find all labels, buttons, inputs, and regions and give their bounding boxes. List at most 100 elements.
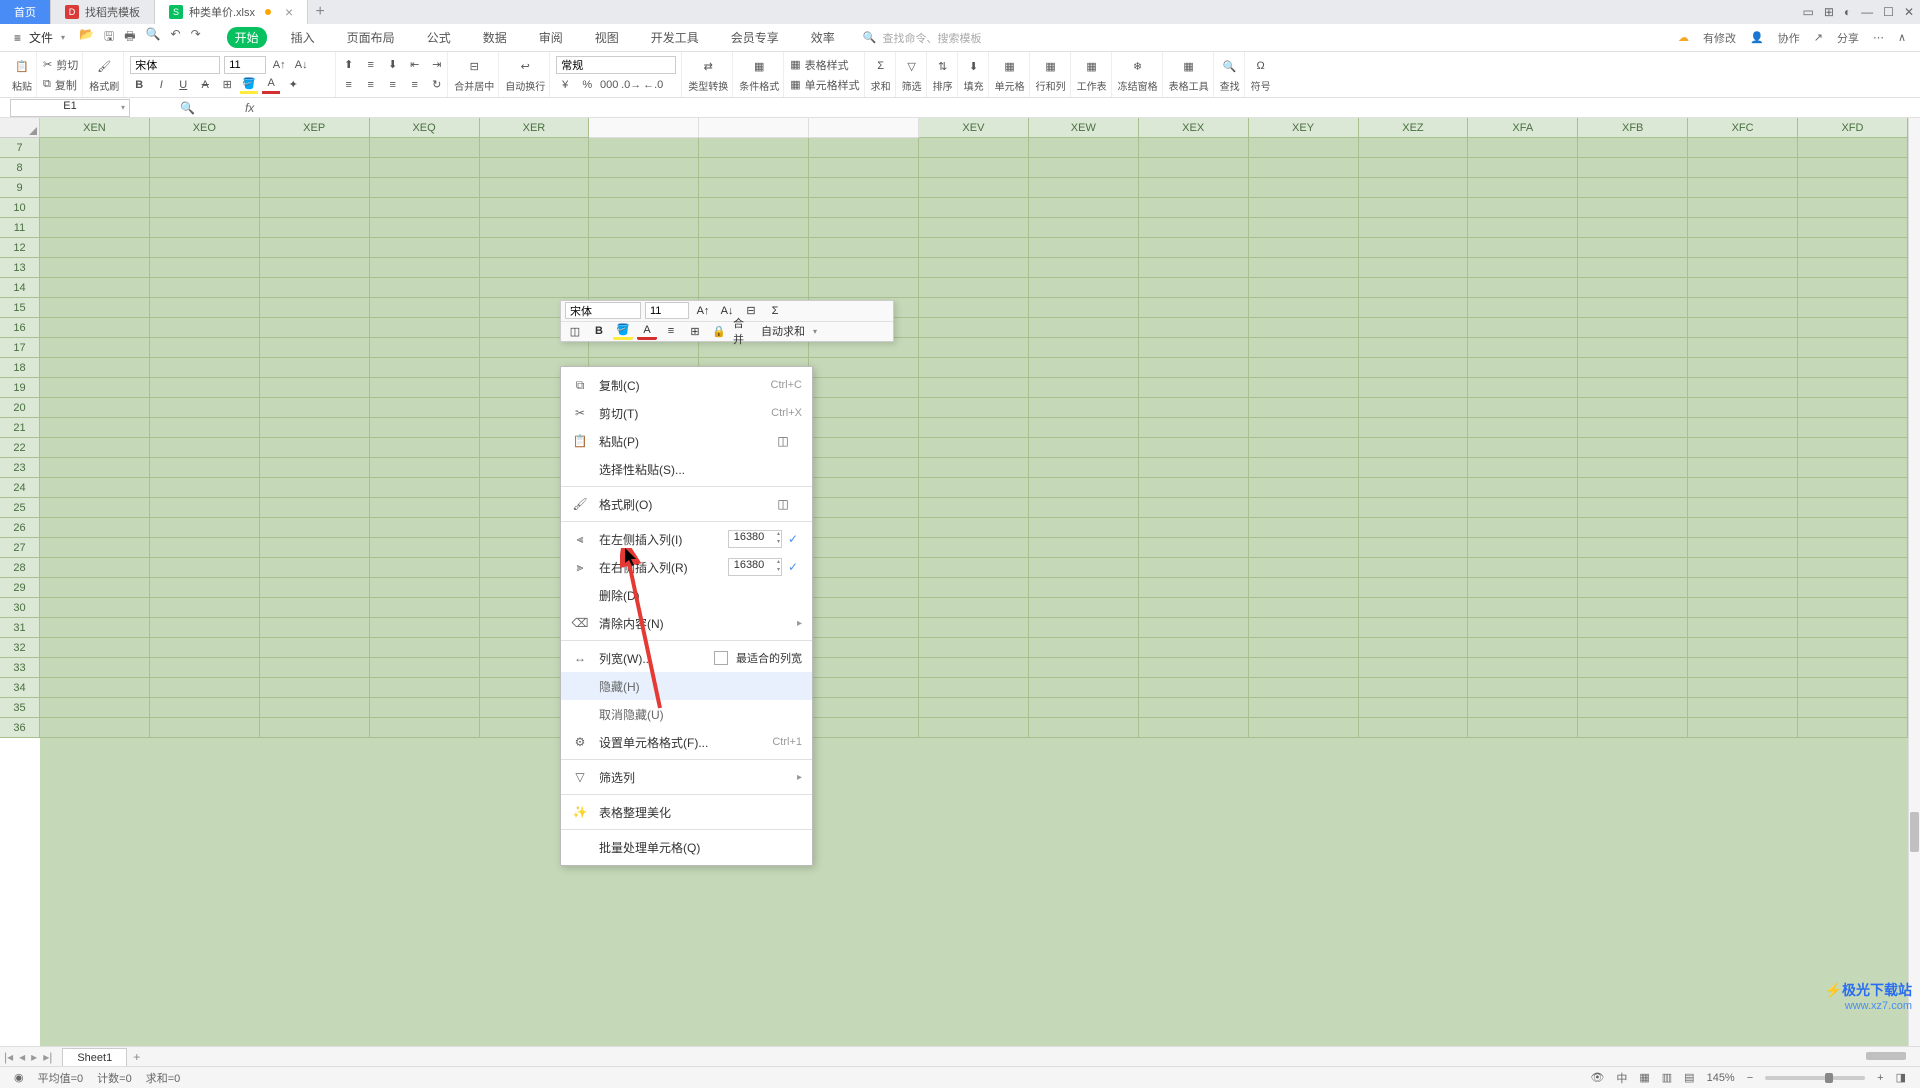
mini-font-color-icon[interactable]: A (637, 322, 657, 340)
cell[interactable] (1029, 438, 1139, 458)
cell[interactable] (1798, 178, 1908, 198)
cell[interactable] (809, 578, 919, 598)
cell[interactable] (1359, 698, 1469, 718)
cell[interactable] (1468, 238, 1578, 258)
ctx-unhide[interactable]: 取消隐藏(U) (561, 700, 812, 728)
row-header[interactable]: 8 (0, 158, 40, 178)
cell[interactable] (1688, 718, 1798, 738)
cell[interactable] (370, 478, 480, 498)
mini-format-erase-icon[interactable]: ◫ (565, 322, 585, 340)
app-menu-icon[interactable]: ≡ (14, 31, 21, 45)
cell[interactable] (40, 338, 150, 358)
column-header[interactable]: XEX (1139, 118, 1249, 138)
cell[interactable] (1688, 478, 1798, 498)
collab-label[interactable]: 协作 (1778, 30, 1800, 46)
cell[interactable] (1359, 278, 1469, 298)
cell[interactable] (809, 498, 919, 518)
print-preview-icon[interactable]: 🔍 (146, 27, 161, 48)
cell[interactable] (260, 518, 370, 538)
cell[interactable] (150, 618, 260, 638)
cell[interactable] (150, 298, 260, 318)
cell[interactable] (1578, 538, 1688, 558)
cell[interactable] (1578, 518, 1688, 538)
cell[interactable] (1798, 598, 1908, 618)
cell[interactable] (40, 718, 150, 738)
cell[interactable] (809, 658, 919, 678)
cell[interactable] (1688, 678, 1798, 698)
cell[interactable] (260, 338, 370, 358)
cell[interactable] (1029, 498, 1139, 518)
cell[interactable] (919, 238, 1029, 258)
cell[interactable] (370, 378, 480, 398)
cell[interactable] (1249, 218, 1359, 238)
ctx-filter-col[interactable]: ▽筛选列▸ (561, 763, 812, 791)
cell[interactable] (1249, 238, 1359, 258)
cell[interactable] (260, 618, 370, 638)
cell[interactable] (370, 398, 480, 418)
cell[interactable] (370, 318, 480, 338)
align-justify-icon[interactable]: ≡ (406, 76, 424, 94)
cell[interactable] (1468, 598, 1578, 618)
cell[interactable] (1468, 398, 1578, 418)
cell[interactable] (919, 638, 1029, 658)
cell[interactable] (809, 638, 919, 658)
cell[interactable] (40, 698, 150, 718)
cell[interactable] (589, 138, 699, 158)
cells-icon[interactable]: ▦ (1004, 60, 1014, 73)
cell[interactable] (919, 358, 1029, 378)
share-icon[interactable]: ↗ (1814, 31, 1823, 44)
cell[interactable] (809, 538, 919, 558)
row-header[interactable]: 23 (0, 458, 40, 478)
cell[interactable] (919, 458, 1029, 478)
cell[interactable] (1798, 558, 1908, 578)
cell[interactable] (260, 238, 370, 258)
cell[interactable] (1029, 718, 1139, 738)
ctx-beautify[interactable]: ✨表格整理美化 (561, 798, 812, 826)
scrollbar-thumb[interactable] (1910, 812, 1919, 852)
cell[interactable] (1688, 378, 1798, 398)
cell[interactable] (480, 218, 590, 238)
ribbon-tab-layout[interactable]: 页面布局 (339, 27, 403, 48)
cell[interactable] (1468, 338, 1578, 358)
cell[interactable] (1359, 658, 1469, 678)
cell[interactable] (150, 698, 260, 718)
cell[interactable] (1249, 338, 1359, 358)
cell[interactable] (1249, 458, 1359, 478)
ribbon-tab-view[interactable]: 视图 (587, 27, 627, 48)
cell[interactable] (919, 418, 1029, 438)
cell[interactable] (1578, 378, 1688, 398)
cell[interactable] (1029, 638, 1139, 658)
cell[interactable] (1688, 358, 1798, 378)
column-header[interactable] (589, 118, 699, 138)
cell[interactable] (1029, 398, 1139, 418)
mini-autosum-preset-icon[interactable]: Σ (765, 302, 785, 320)
cell[interactable] (40, 578, 150, 598)
cell[interactable] (1688, 338, 1798, 358)
cell[interactable] (1139, 438, 1249, 458)
cell[interactable] (1798, 298, 1908, 318)
cell[interactable] (1578, 558, 1688, 578)
cell[interactable] (809, 458, 919, 478)
cell[interactable] (1468, 138, 1578, 158)
cell[interactable] (1468, 698, 1578, 718)
cell[interactable] (1359, 618, 1469, 638)
cell[interactable] (1578, 298, 1688, 318)
cell[interactable] (1468, 158, 1578, 178)
cell[interactable] (150, 138, 260, 158)
sheet-first-icon[interactable]: |◂ (4, 1050, 13, 1064)
cell[interactable] (1798, 338, 1908, 358)
cell[interactable] (260, 698, 370, 718)
cell[interactable] (1249, 258, 1359, 278)
cell[interactable] (589, 198, 699, 218)
cell[interactable] (1139, 318, 1249, 338)
cell[interactable] (1798, 438, 1908, 458)
close-window-icon[interactable]: ✕ (1904, 5, 1914, 19)
cell[interactable] (1359, 378, 1469, 398)
cell[interactable] (919, 718, 1029, 738)
cell[interactable] (919, 158, 1029, 178)
cell[interactable] (40, 478, 150, 498)
cell[interactable] (1249, 638, 1359, 658)
cell[interactable] (370, 658, 480, 678)
font-family-select[interactable] (130, 56, 220, 74)
cell[interactable] (150, 358, 260, 378)
